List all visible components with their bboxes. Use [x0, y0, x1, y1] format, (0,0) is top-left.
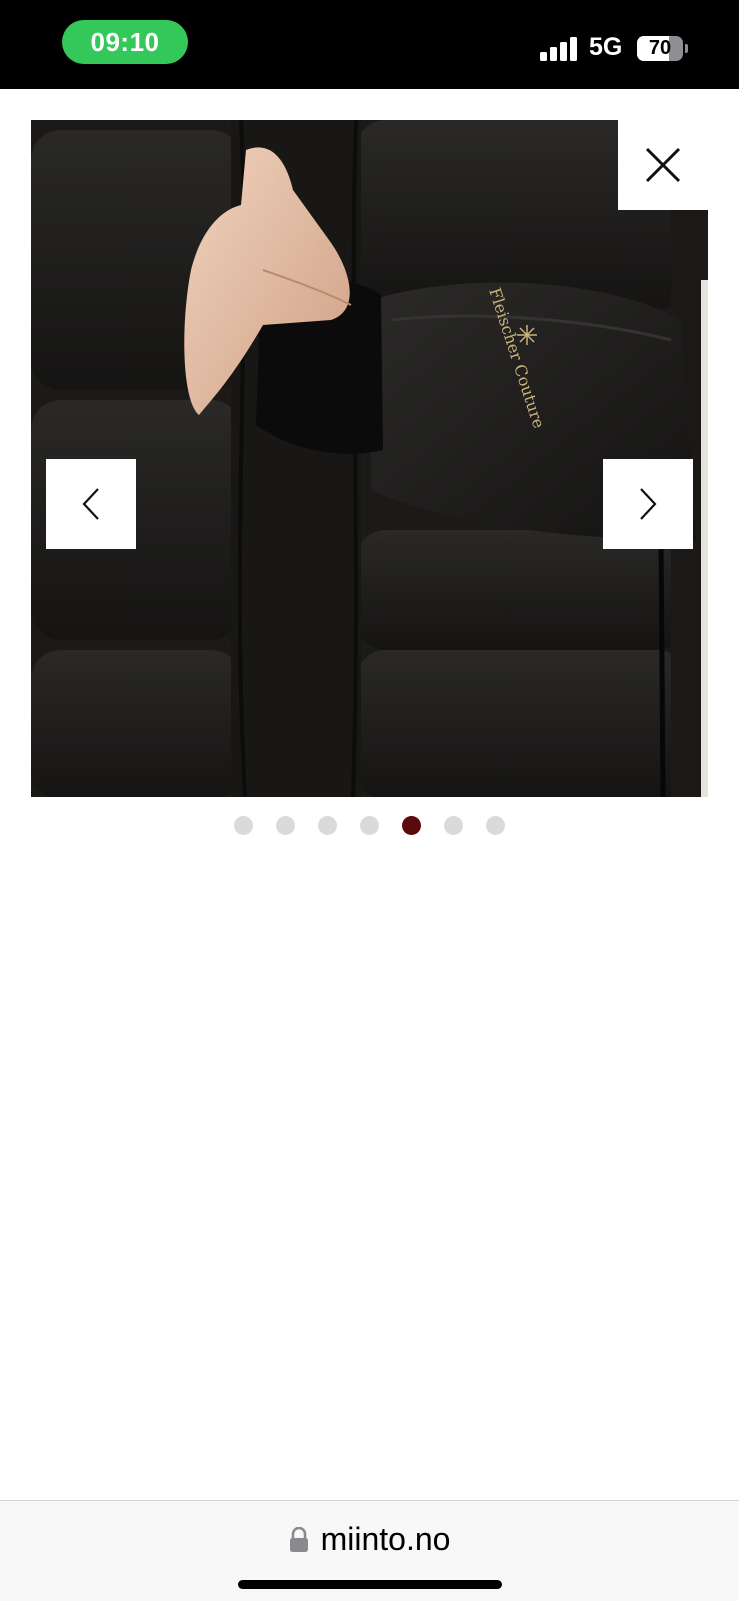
- close-icon: [645, 147, 681, 183]
- close-button[interactable]: [618, 120, 708, 210]
- home-indicator[interactable]: [238, 1580, 502, 1589]
- previous-image-button[interactable]: [46, 459, 136, 549]
- pagination-dot-active[interactable]: [402, 816, 421, 835]
- pagination-dot[interactable]: [318, 816, 337, 835]
- pagination-dots: [0, 816, 739, 836]
- cellular-signal-icon: [540, 37, 578, 61]
- browser-address-bar: miinto.no: [0, 1500, 739, 1601]
- pagination-dot[interactable]: [360, 816, 379, 835]
- status-bar: 09:10 5G 70: [0, 0, 739, 89]
- status-time[interactable]: 09:10: [62, 20, 188, 64]
- battery-percent: 70: [648, 37, 672, 59]
- url-field[interactable]: miinto.no: [0, 1521, 739, 1558]
- battery-icon: 70: [637, 36, 683, 61]
- pagination-dot[interactable]: [444, 816, 463, 835]
- next-image-button[interactable]: [603, 459, 693, 549]
- chevron-right-icon: [640, 488, 657, 520]
- lock-icon: [289, 1526, 308, 1552]
- sun-logo-icon: [517, 325, 537, 345]
- pagination-dot[interactable]: [276, 816, 295, 835]
- pagination-dot[interactable]: [486, 816, 505, 835]
- pagination-dot[interactable]: [234, 816, 253, 835]
- url-text: miinto.no: [320, 1521, 451, 1557]
- chevron-left-icon: [82, 488, 99, 520]
- network-type: 5G: [589, 33, 623, 61]
- battery-tip: [685, 44, 688, 53]
